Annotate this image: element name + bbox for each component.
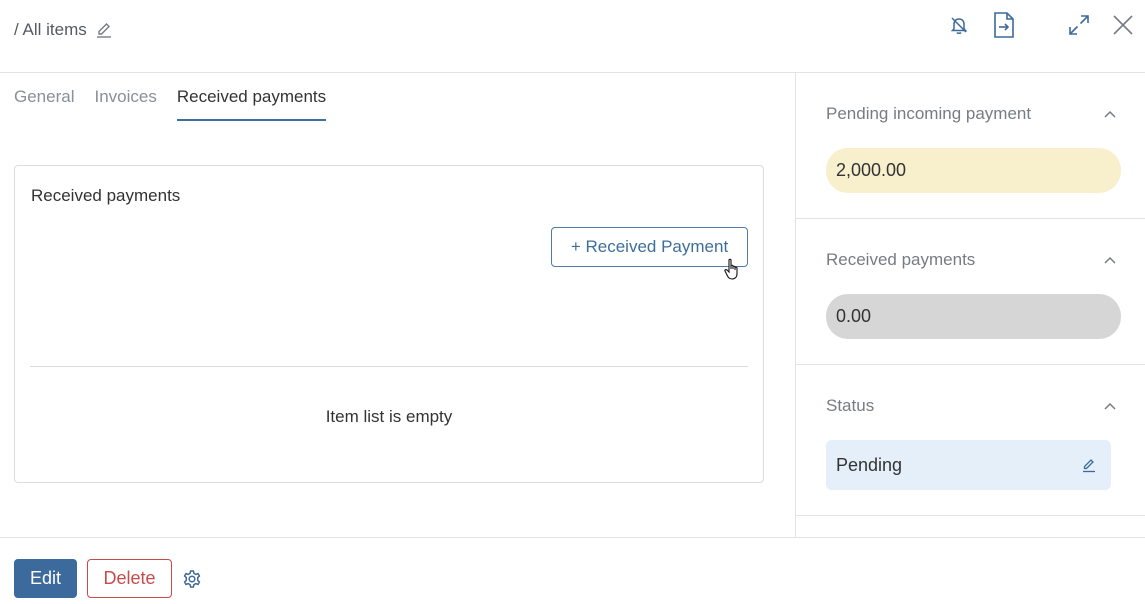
received-amount-field: 0.00 [826, 294, 1121, 339]
footer: Edit Delete [0, 537, 1145, 604]
edit-pencil-icon[interactable] [95, 21, 113, 39]
received-payments-card: Received payments + Received Payment Ite… [14, 165, 764, 483]
section-title: Received payments [826, 250, 976, 269]
chevron-up-icon[interactable] [1102, 106, 1118, 122]
close-icon[interactable] [1106, 8, 1140, 42]
status-section: Status Pending [796, 365, 1145, 516]
edit-button[interactable]: Edit [14, 559, 77, 598]
divider [30, 366, 748, 367]
pending-amount-field: 2,000.00 [826, 148, 1121, 193]
pending-payment-section: Pending incoming payment 2,000.00 [796, 73, 1145, 219]
breadcrumb-text[interactable]: / All items [14, 20, 87, 40]
tab-received-payments[interactable]: Received payments [176, 73, 327, 121]
empty-list-message: Item list is empty [325, 407, 453, 426]
tab-invoices[interactable]: Invoices [94, 73, 156, 121]
status-value: Pending [836, 454, 903, 475]
status-field[interactable]: Pending [826, 440, 1111, 490]
tab-general[interactable]: General [14, 73, 74, 121]
hand-cursor-icon [723, 258, 743, 282]
gear-icon[interactable] [182, 569, 202, 589]
expand-icon[interactable] [1062, 8, 1096, 42]
export-document-icon[interactable] [987, 8, 1021, 42]
chevron-up-icon[interactable] [1102, 252, 1118, 268]
section-title: Status [826, 396, 875, 415]
chevron-up-icon[interactable] [1102, 398, 1118, 414]
edit-pencil-icon[interactable] [1081, 457, 1097, 473]
main-content: General Invoices Received payments Recei… [0, 73, 795, 537]
card-title: Received payments [31, 186, 181, 205]
header: / All items [0, 0, 1145, 73]
side-panel: Pending incoming payment 2,000.00 Receiv… [795, 73, 1145, 537]
add-received-payment-button[interactable]: + Received Payment [551, 227, 748, 267]
bell-off-icon[interactable] [942, 8, 976, 42]
section-title: Pending incoming payment [826, 104, 1032, 123]
tab-bar: General Invoices Received payments [14, 73, 327, 121]
delete-button[interactable]: Delete [87, 559, 172, 598]
breadcrumb: / All items [14, 20, 113, 40]
received-payments-section: Received payments 0.00 [796, 219, 1145, 365]
